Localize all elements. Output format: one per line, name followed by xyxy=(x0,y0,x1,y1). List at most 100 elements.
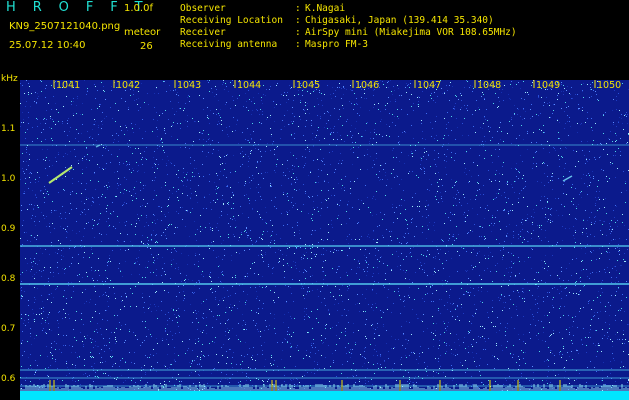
noise-speck xyxy=(433,333,434,334)
noise-speck xyxy=(385,367,386,368)
noise-speck xyxy=(85,289,86,290)
noise-speck xyxy=(473,357,474,358)
noise-speck xyxy=(107,262,108,263)
noise-speck xyxy=(447,326,448,327)
noise-speck xyxy=(150,304,151,305)
noise-speck xyxy=(162,257,163,258)
noise-speck xyxy=(65,317,66,318)
noise-speck xyxy=(212,341,213,342)
noise-speck xyxy=(466,174,467,175)
noise-speck xyxy=(331,98,332,99)
noise-speck xyxy=(219,265,220,266)
noise-speck xyxy=(195,371,196,372)
noise-speck xyxy=(185,143,186,144)
noise-speck xyxy=(35,372,36,373)
noise-speck xyxy=(21,342,22,343)
noise-speck xyxy=(178,189,179,190)
noise-speck xyxy=(182,181,183,182)
noise-speck xyxy=(176,310,177,311)
noise-speck xyxy=(463,248,464,249)
noise-speck xyxy=(76,340,77,341)
noise-speck xyxy=(530,118,531,119)
noise-speck xyxy=(391,336,392,337)
noise-speck xyxy=(435,258,436,259)
noise-speck xyxy=(450,303,451,304)
noise-speck xyxy=(58,323,59,324)
noise-speck xyxy=(511,267,512,268)
noise-speck xyxy=(247,235,248,236)
noise-speck xyxy=(490,252,491,253)
noise-speck xyxy=(189,96,190,97)
noise-speck xyxy=(436,323,437,324)
noise-speck xyxy=(221,211,222,212)
spectrogram-view[interactable] xyxy=(20,80,629,400)
noise-speck xyxy=(396,380,397,381)
noise-speck xyxy=(366,262,367,263)
noise-speck xyxy=(215,299,216,300)
noise-speck xyxy=(406,270,407,271)
noise-speck xyxy=(53,276,54,277)
noise-speck xyxy=(137,214,138,215)
noise-speck xyxy=(377,327,378,328)
noise-speck xyxy=(473,288,474,289)
noise-speck xyxy=(105,361,106,362)
noise-speck xyxy=(49,312,50,313)
noise-speck xyxy=(282,120,283,121)
noise-speck xyxy=(599,220,600,221)
noise-speck xyxy=(440,249,441,250)
noise-speck xyxy=(277,146,278,147)
noise-speck xyxy=(478,107,479,108)
noise-speck xyxy=(447,281,448,282)
noise-speck xyxy=(476,255,477,256)
noise-speck xyxy=(442,146,443,147)
noise-speck xyxy=(262,103,263,104)
noise-speck xyxy=(58,154,59,155)
noise-speck xyxy=(498,143,499,144)
noise-speck xyxy=(368,304,369,305)
noise-speck xyxy=(379,171,380,172)
noise-speck xyxy=(43,311,44,312)
noise-speck xyxy=(490,140,491,141)
noise-speck xyxy=(262,255,263,256)
noise-speck xyxy=(198,185,199,186)
noise-speck xyxy=(242,151,243,152)
noise-speck xyxy=(577,94,578,95)
noise-speck xyxy=(218,142,219,143)
noise-speck xyxy=(71,297,72,298)
noise-speck xyxy=(579,194,580,195)
noise-speck xyxy=(349,247,350,248)
noise-speck xyxy=(259,300,260,301)
noise-speck xyxy=(580,290,581,291)
noise-speck xyxy=(587,161,588,162)
noise-speck xyxy=(609,139,610,140)
noise-speck xyxy=(429,179,430,180)
noise-speck xyxy=(181,253,182,254)
noise-speck xyxy=(262,239,263,240)
noise-speck xyxy=(352,207,353,208)
noise-speck xyxy=(491,223,492,224)
noise-speck xyxy=(187,126,188,127)
noise-speck xyxy=(321,202,322,203)
noise-speck xyxy=(145,131,146,132)
noise-speck xyxy=(223,203,224,204)
noise-speck xyxy=(513,231,514,232)
noise-speck xyxy=(221,243,222,244)
noise-speck xyxy=(499,101,500,102)
noise-speck xyxy=(307,291,308,292)
noise-speck xyxy=(287,331,288,332)
noise-speck xyxy=(218,100,219,101)
noise-speck xyxy=(103,294,104,295)
noise-speck xyxy=(449,345,450,346)
noise-speck xyxy=(241,355,242,356)
noise-speck xyxy=(565,102,566,103)
noise-speck xyxy=(291,336,292,337)
noise-speck xyxy=(81,183,82,184)
noise-speck xyxy=(195,310,196,311)
noise-speck xyxy=(278,297,279,298)
noise-speck xyxy=(530,338,531,339)
noise-speck xyxy=(208,355,209,356)
noise-speck xyxy=(85,373,86,374)
noise-speck xyxy=(411,334,412,335)
noise-speck xyxy=(235,275,236,276)
noise-speck xyxy=(457,316,458,317)
